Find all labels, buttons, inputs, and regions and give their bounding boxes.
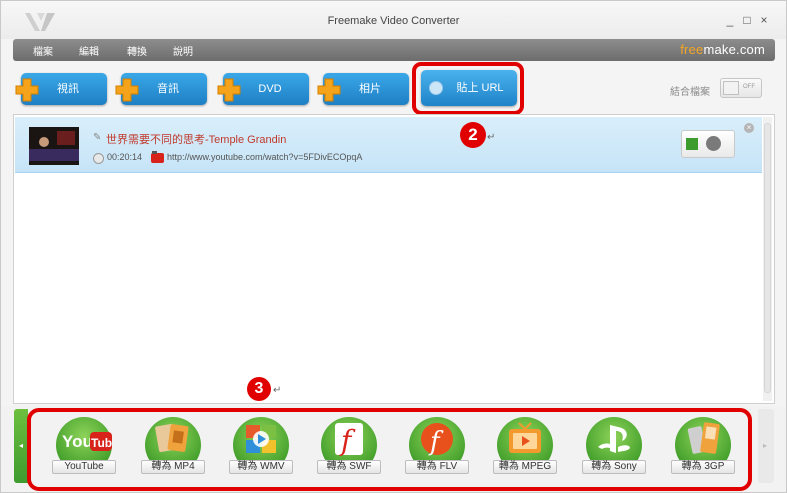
edit-pencil-icon[interactable]: ✎	[93, 133, 103, 143]
plus-icon	[15, 78, 39, 102]
step-marker-3: 3	[247, 377, 271, 401]
file-duration: 00:20:14	[107, 152, 143, 162]
file-name: 世界需要不同的思考-Temple Grandin	[106, 134, 287, 146]
youtube-small-icon	[151, 151, 164, 163]
maximize-button[interactable]: □	[740, 13, 754, 27]
menu-convert[interactable]: 轉換	[127, 43, 147, 58]
menu-file[interactable]: 檔案	[33, 43, 53, 58]
menu-help[interactable]: 說明	[173, 43, 193, 58]
toggle-knob	[723, 81, 739, 95]
title-bar: Freemake Video Converter _ □ ×	[1, 1, 786, 39]
menu-edit[interactable]: 編輯	[79, 43, 99, 58]
brand-logo[interactable]: freemake.com	[680, 42, 765, 57]
minimize-button[interactable]: _	[723, 13, 737, 27]
scrollbar-thumb[interactable]	[764, 123, 771, 393]
video-thumbnail	[29, 127, 79, 165]
highlight-box-3	[27, 408, 752, 491]
file-url: http://www.youtube.com/watch?v=5FDivECOp…	[167, 152, 363, 162]
remove-file-icon[interactable]: ×	[744, 123, 754, 133]
merge-files-toggle[interactable]: OFF	[720, 78, 762, 98]
step-marker-2: 2	[460, 122, 486, 148]
menu-bar: 檔案 編輯 轉換 說明 freemake.com	[13, 39, 775, 61]
plus-icon	[317, 78, 341, 102]
file-row[interactable]: ✎ 世界需要不同的思考-Temple Grandin 00:20:14 http…	[15, 117, 762, 173]
scroll-left-button[interactable]: ◂	[14, 409, 28, 483]
vertical-scrollbar[interactable]	[763, 117, 772, 401]
globe-icon	[706, 136, 721, 151]
plus-icon	[217, 78, 241, 102]
clock-icon	[93, 153, 104, 164]
highlight-box-2	[412, 62, 524, 115]
app-window: Freemake Video Converter _ □ × 檔案 編輯 轉換 …	[0, 0, 787, 493]
window-title: Freemake Video Converter	[327, 15, 460, 27]
file-list: ✎ 世界需要不同的思考-Temple Grandin 00:20:14 http…	[13, 114, 775, 404]
return-mark: ↵	[273, 385, 282, 396]
return-mark: ↵	[487, 132, 496, 143]
output-settings-button[interactable]	[681, 130, 735, 158]
merge-files-label: 結合檔案	[670, 87, 710, 98]
close-button[interactable]: ×	[757, 13, 771, 27]
play-icon	[686, 138, 698, 150]
plus-icon	[115, 78, 139, 102]
scroll-right-button[interactable]: ▸	[758, 409, 774, 483]
toggle-state: OFF	[743, 84, 755, 90]
